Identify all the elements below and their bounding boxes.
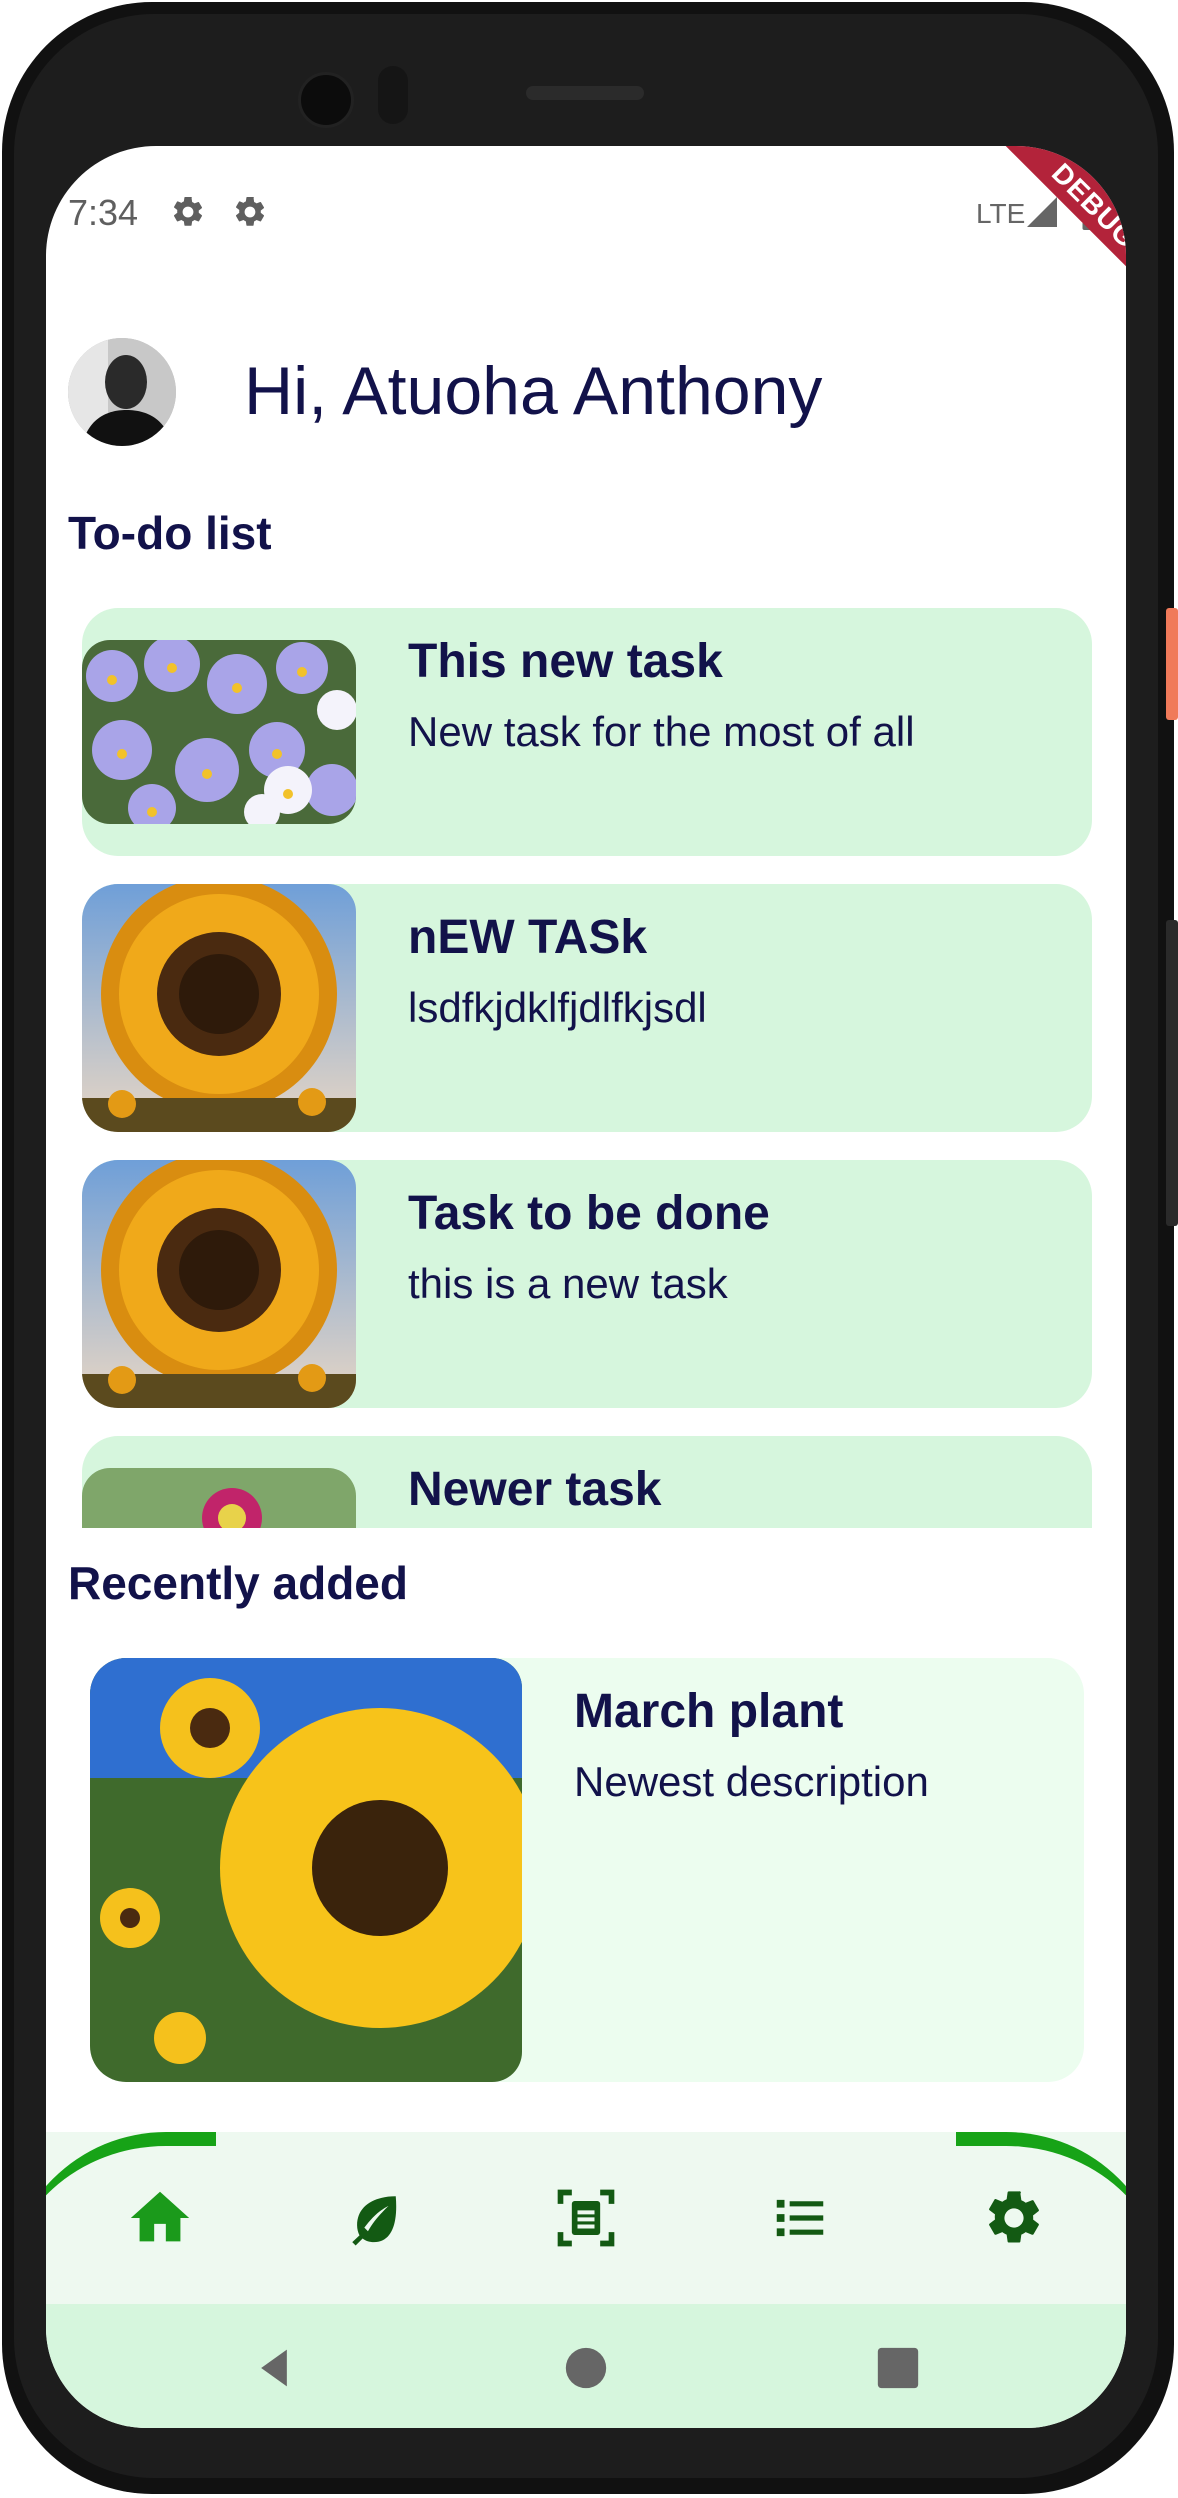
home-icon [130,2191,190,2242]
task-title: Task to be done [408,1187,770,1240]
recent-item-title: March plant [574,1685,844,1738]
nav-home-button[interactable] [122,2180,198,2256]
scan-document-icon [557,2189,615,2247]
network-type: LTE [976,198,1026,229]
greeting-title: Hi, Atuoha Anthony [244,353,823,429]
task-title: This new task [408,635,723,688]
sunflowers-image [90,1658,522,2082]
earpiece-speaker [526,86,644,100]
proximity-sensor [378,66,408,124]
task-description: this is a new task [408,1260,728,1307]
system-recents-button[interactable] [876,2346,920,2390]
nav-tasks-button[interactable] [762,2180,838,2256]
home-circle-icon [565,2347,607,2389]
settings-notification-icon [235,196,265,226]
recent-section-title: Recently added [68,1557,408,1609]
leaf-icon [352,2196,397,2246]
task-title: nEW TASk [408,911,648,964]
status-time: 7:34 [68,192,139,233]
todo-section-title: To-do list [68,507,272,559]
sunflower-image [82,884,356,1132]
nav-plants-button[interactable] [336,2180,412,2256]
sunflower-image [82,1160,356,1408]
profile-photo [68,338,176,446]
task-title: Newer task [408,1463,662,1516]
system-home-button[interactable] [564,2346,608,2390]
system-back-button[interactable] [252,2346,296,2390]
settings-icon [989,2191,1039,2243]
task-card[interactable]: This new task New task for the most of a… [82,608,1092,856]
settings-notification-icon [173,196,203,226]
avatar[interactable] [68,338,176,446]
task-card[interactable]: Task to be done this is a new task [82,1160,1092,1408]
dahlia-image [82,1468,356,1528]
front-camera [298,72,354,128]
task-description: New task for the most of all [408,708,915,755]
status-bar: 7:34 LTE [46,146,1126,236]
signal-icon [1027,197,1057,227]
task-card[interactable]: Newer task [82,1436,1092,1528]
task-description: lsdfkjdklfjdlfkjsdl [408,984,707,1031]
todo-list[interactable]: This new task New task for the most of a… [46,608,1126,1528]
task-card[interactable]: nEW TASk lsdfkjdklfjdlfkjsdl [82,884,1092,1132]
nav-settings-button[interactable] [976,2180,1052,2256]
nav-scan-button[interactable] [548,2180,624,2256]
app-screen: 7:34 LTE DEBUG Hi, Atuoha Anthony To-do … [46,146,1126,2428]
recent-item-description: Newest description [574,1758,929,1805]
pansies-image [82,640,356,824]
recent-item-card[interactable]: March plant Newest description [90,1658,1084,2082]
volume-button [1166,920,1178,1226]
back-triangle-icon [261,2349,287,2387]
list-icon [776,2199,824,2237]
power-button [1166,608,1178,720]
recents-square-icon [877,2347,919,2389]
